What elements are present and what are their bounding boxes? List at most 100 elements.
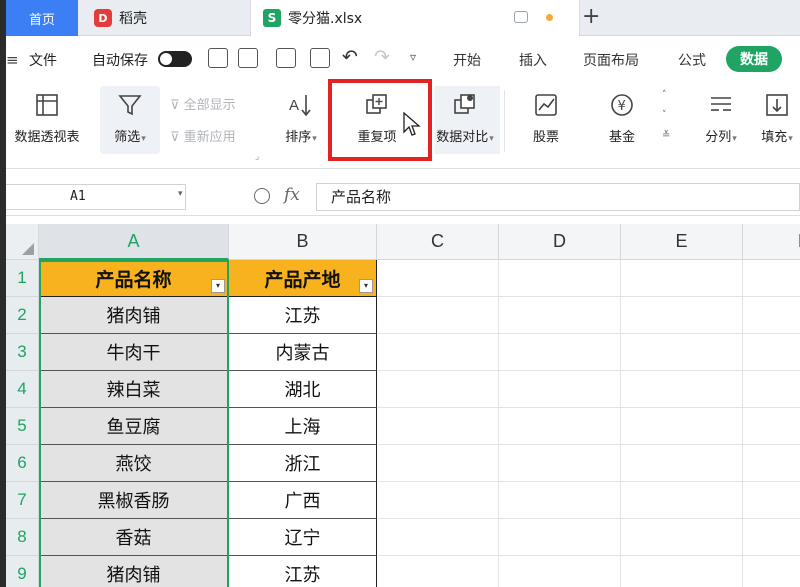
cell-d4[interactable] — [499, 371, 621, 408]
tab-start[interactable]: 开始 — [453, 50, 481, 70]
cell-f4[interactable] — [743, 371, 800, 408]
cell-e1[interactable] — [621, 260, 743, 297]
select-all-corner[interactable] — [6, 224, 39, 260]
column-header-c[interactable]: C — [377, 224, 499, 260]
column-header-d[interactable]: D — [499, 224, 621, 260]
print-icon[interactable] — [276, 48, 296, 68]
row-header-6[interactable]: 6 — [6, 445, 39, 482]
row-header-1[interactable]: 1 — [6, 260, 39, 297]
row-header-9[interactable]: 9 — [6, 556, 39, 587]
cell-d3[interactable] — [499, 334, 621, 371]
tab-formula[interactable]: 公式 — [678, 50, 706, 70]
cell-b1[interactable]: 产品产地 ▾ — [229, 260, 377, 297]
cell-c9[interactable] — [377, 556, 499, 587]
formula-input[interactable]: 产品名称 — [316, 183, 800, 211]
filter-button[interactable]: 筛选▾ — [102, 90, 158, 145]
export-icon[interactable] — [238, 48, 258, 68]
row-header-7[interactable]: 7 — [6, 482, 39, 519]
save-icon[interactable] — [208, 48, 228, 68]
cell-e6[interactable] — [621, 445, 743, 482]
gallery-expand-icon[interactable]: ≚ — [662, 130, 670, 141]
cell-f9[interactable] — [743, 556, 800, 587]
column-header-f[interactable]: F — [743, 224, 800, 260]
sort-button[interactable]: A 排序▾ — [276, 90, 326, 145]
print-preview-icon[interactable] — [310, 48, 330, 68]
row-header-3[interactable]: 3 — [6, 334, 39, 371]
cell-f8[interactable] — [743, 519, 800, 556]
cell-c2[interactable] — [377, 297, 499, 334]
gallery-scroll-down-icon[interactable]: ˅ — [662, 110, 667, 120]
tab-file[interactable]: S 零分猫.xlsx — [250, 0, 580, 36]
gallery-scroll-up-icon[interactable]: ˄ — [662, 90, 667, 100]
data-compare-button[interactable]: 数据对比▾ — [432, 90, 498, 145]
column-header-b[interactable]: B — [229, 224, 377, 260]
filter-group-expand-icon[interactable]: ⌟ — [255, 152, 259, 162]
cell-a9[interactable]: 猪肉铺 — [39, 556, 229, 587]
cell-c6[interactable] — [377, 445, 499, 482]
comment-icon[interactable] — [514, 11, 528, 23]
cell-b7[interactable]: 广西 — [229, 482, 377, 519]
cell-f2[interactable] — [743, 297, 800, 334]
cell-c4[interactable] — [377, 371, 499, 408]
autosave-toggle[interactable] — [158, 51, 192, 67]
tab-insert[interactable]: 插入 — [519, 50, 547, 70]
cell-a2[interactable]: 猪肉铺 — [39, 297, 229, 334]
redo-icon[interactable]: ↷ — [374, 46, 390, 68]
zoom-search-icon[interactable] — [254, 188, 270, 204]
cell-f3[interactable] — [743, 334, 800, 371]
new-tab-plus-icon[interactable]: + — [582, 4, 600, 29]
tab-daoke[interactable]: D 稻壳 — [84, 0, 244, 36]
cell-e8[interactable] — [621, 519, 743, 556]
cell-d9[interactable] — [499, 556, 621, 587]
stocks-button[interactable]: 股票 — [516, 90, 576, 145]
column-header-e[interactable]: E — [621, 224, 743, 260]
cell-e5[interactable] — [621, 408, 743, 445]
cell-b2[interactable]: 江苏 — [229, 297, 377, 334]
cell-b6[interactable]: 浙江 — [229, 445, 377, 482]
row-header-2[interactable]: 2 — [6, 297, 39, 334]
filter-dropdown-b-icon[interactable]: ▾ — [359, 279, 373, 293]
undo-icon[interactable]: ↶ — [342, 46, 358, 68]
cell-b3[interactable]: 内蒙古 — [229, 334, 377, 371]
cell-e3[interactable] — [621, 334, 743, 371]
cell-d7[interactable] — [499, 482, 621, 519]
row-header-8[interactable]: 8 — [6, 519, 39, 556]
cell-a5[interactable]: 鱼豆腐 — [39, 408, 229, 445]
cell-d8[interactable] — [499, 519, 621, 556]
fill-button[interactable]: 填充▾ — [752, 90, 800, 145]
file-menu-button[interactable]: ≡ 文件 — [6, 50, 57, 70]
cell-f5[interactable] — [743, 408, 800, 445]
cell-a7[interactable]: 黑椒香肠 — [39, 482, 229, 519]
cell-d6[interactable] — [499, 445, 621, 482]
cell-e4[interactable] — [621, 371, 743, 408]
show-all-button[interactable]: ⊽ 全部显示 — [170, 94, 236, 113]
cell-a6[interactable]: 燕饺 — [39, 445, 229, 482]
cell-a3[interactable]: 牛肉干 — [39, 334, 229, 371]
cell-b9[interactable]: 江苏 — [229, 556, 377, 587]
split-columns-button[interactable]: 分列▾ — [696, 90, 746, 145]
tab-data[interactable]: 数据 — [726, 46, 782, 72]
cell-d5[interactable] — [499, 408, 621, 445]
filter-dropdown-a-icon[interactable]: ▾ — [211, 279, 225, 293]
cell-a4[interactable]: 辣白菜 — [39, 371, 229, 408]
tab-home[interactable]: 首页 — [6, 0, 78, 36]
pivot-table-button[interactable]: 数据透视表 — [6, 90, 88, 145]
cell-b5[interactable]: 上海 — [229, 408, 377, 445]
column-header-a[interactable]: A — [39, 224, 229, 260]
cell-b4[interactable]: 湖北 — [229, 371, 377, 408]
cell-c3[interactable] — [377, 334, 499, 371]
cell-b8[interactable]: 辽宁 — [229, 519, 377, 556]
name-box-dropdown-icon[interactable]: ▾ — [178, 189, 183, 199]
cell-e2[interactable] — [621, 297, 743, 334]
tab-page-layout[interactable]: 页面布局 — [583, 50, 639, 70]
cell-e7[interactable] — [621, 482, 743, 519]
cell-c1[interactable] — [377, 260, 499, 297]
name-box[interactable]: A1 — [6, 184, 186, 210]
cell-c5[interactable] — [377, 408, 499, 445]
cell-e9[interactable] — [621, 556, 743, 587]
row-header-4[interactable]: 4 — [6, 371, 39, 408]
customize-quickbar-icon[interactable]: ▿ — [410, 50, 416, 64]
reapply-button[interactable]: ⊽ 重新应用 — [170, 126, 236, 145]
function-icon[interactable]: fx — [284, 185, 300, 205]
cell-c8[interactable] — [377, 519, 499, 556]
